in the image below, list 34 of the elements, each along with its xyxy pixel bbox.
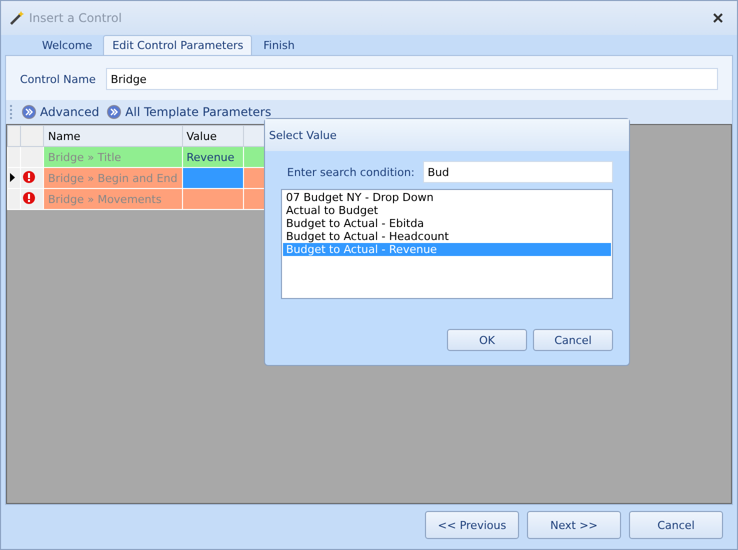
table-cell: Bridge » Title (44, 146, 182, 168)
table-cell: Bridge » Begin and End (44, 168, 182, 188)
control-name-field[interactable]: Bridge (106, 68, 718, 90)
column-header[interactable]: Value (182, 126, 243, 146)
table-cell[interactable] (182, 188, 243, 210)
error-icon (23, 170, 35, 182)
toolbar-button[interactable]: All Template Parameters (107, 105, 272, 119)
list-item[interactable]: Budget to Actual - Ebitda (283, 217, 611, 230)
tab[interactable]: Edit Control Parameters (103, 35, 252, 55)
tab[interactable]: Finish (254, 35, 304, 55)
table-cell[interactable] (182, 168, 243, 188)
wand-icon (9, 10, 25, 26)
field-label: Control Name (20, 72, 96, 86)
toolbar-button[interactable]: Advanced (22, 105, 100, 119)
list-item[interactable]: Actual to Budget (283, 204, 611, 217)
double-chevron-icon (22, 105, 36, 119)
wizard-button[interactable]: Next >> (527, 511, 621, 539)
tab[interactable]: Welcome (33, 35, 102, 55)
dialog-title: Select Value (265, 119, 629, 151)
search-label: Enter search condition: (287, 166, 415, 178)
window-title: Insert a Control (29, 11, 123, 25)
current-row-icon (10, 172, 15, 182)
double-chevron-icon (107, 105, 122, 119)
column-header[interactable]: Name (44, 126, 182, 146)
table-cell[interactable]: Revenue (182, 146, 243, 168)
dialog-button[interactable]: Cancel (533, 329, 613, 351)
error-icon (23, 192, 35, 204)
list-item[interactable]: Budget to Actual - Headcount (283, 230, 611, 243)
wizard-button[interactable]: << Previous (425, 511, 519, 539)
search-field[interactable]: Bud (422, 161, 613, 183)
wizard-button[interactable]: Cancel (629, 511, 723, 539)
table-cell: Bridge » Movements (44, 188, 182, 210)
list-item[interactable]: 07 Budget NY - Drop Down (283, 191, 611, 204)
dialog-button[interactable]: OK (447, 329, 527, 351)
